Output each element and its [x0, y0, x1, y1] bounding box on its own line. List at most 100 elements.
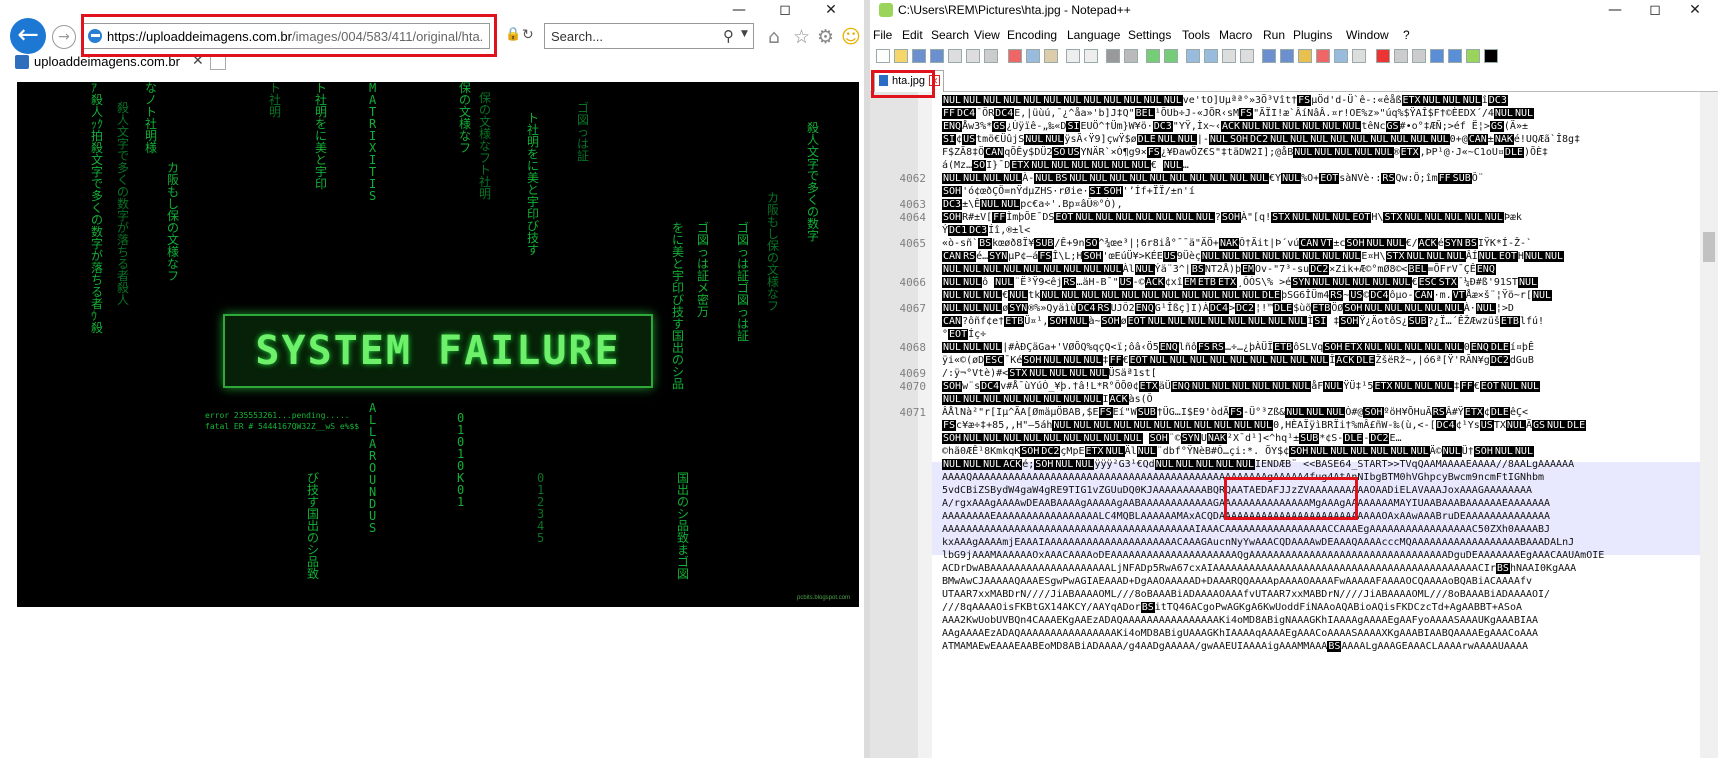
- control-char: DC2: [1369, 433, 1390, 444]
- control-char: DC2: [1489, 355, 1510, 366]
- menu-window[interactable]: Window: [1346, 28, 1389, 42]
- save-icon[interactable]: [912, 49, 926, 63]
- close-icon[interactable]: ✕: [1672, 0, 1718, 20]
- control-char: NUL: [1333, 147, 1354, 158]
- control-char: STX: [1271, 212, 1292, 223]
- menu-edit[interactable]: Edit: [902, 28, 923, 42]
- editor[interactable]: NUL NUL NUL NUL NUL NUL NUL NUL NUL NUL NUL NULve't…: [870, 92, 1718, 758]
- undo-icon[interactable]: [1066, 49, 1080, 63]
- control-char: ETB: [1273, 342, 1294, 353]
- redo-icon[interactable]: [1084, 49, 1098, 63]
- rain-column: 保の文様なフト社明: [479, 91, 492, 201]
- show-all-chars-icon[interactable]: [1240, 49, 1254, 63]
- control-char: NUL: [1441, 95, 1462, 106]
- scroll-thumb[interactable]: [1703, 232, 1715, 262]
- save-all-icon[interactable]: [930, 49, 944, 63]
- function-list-icon[interactable]: [1316, 49, 1330, 63]
- control-char: BS: [978, 238, 993, 249]
- sync-v-icon[interactable]: [1186, 49, 1200, 63]
- record-macro-icon[interactable]: [1376, 49, 1390, 63]
- menu-plugins[interactable]: Plugins: [1293, 28, 1332, 42]
- wrap-icon[interactable]: [1222, 49, 1236, 63]
- vertical-scrollbar[interactable]: [1700, 92, 1718, 758]
- control-char: NUL: [1546, 420, 1567, 431]
- open-file-icon[interactable]: [894, 49, 908, 63]
- smiley-icon[interactable]: ☺: [841, 26, 861, 48]
- control-char: SOH: [1363, 407, 1384, 418]
- search-icon[interactable]: ⚲: [723, 27, 734, 45]
- new-file-icon[interactable]: [876, 49, 890, 63]
- lock-icon[interactable]: 🔒: [505, 27, 521, 42]
- control-char: DC2: [1040, 446, 1061, 457]
- control-char: NUL: [1421, 95, 1442, 106]
- chevron-down-icon[interactable]: ▼: [741, 29, 748, 39]
- control-char: NUL: [1423, 342, 1444, 353]
- control-char: NUL: [1331, 212, 1352, 223]
- run-macro-multiple-icon[interactable]: [1430, 49, 1444, 63]
- control-char: NUL: [1475, 303, 1496, 314]
- copy-icon[interactable]: [1026, 49, 1040, 63]
- lang-icon[interactable]: [1280, 49, 1294, 63]
- control-char: EOT: [1054, 212, 1075, 223]
- refresh-icon[interactable]: ↻: [522, 27, 534, 43]
- code-line: F$ZÃ8‡ÖCANqÕÊy$DÜ2SO USYNÄR`×Ò¶g9×FS¿¥Ðaw…: [942, 147, 1549, 158]
- doc-map-icon[interactable]: [1298, 49, 1312, 63]
- back-button[interactable]: ←: [10, 18, 46, 54]
- control-char: NUL: [1493, 108, 1514, 119]
- control-char: NAK: [1493, 134, 1514, 145]
- menu-macro[interactable]: Macro: [1219, 28, 1252, 42]
- control-char: DLE: [1273, 303, 1294, 314]
- cut-icon[interactable]: [1008, 49, 1022, 63]
- zoom-out-icon[interactable]: [1164, 49, 1178, 63]
- menu-run[interactable]: Run: [1263, 28, 1285, 42]
- gear-icon[interactable]: ⚙: [817, 26, 834, 48]
- menu-help[interactable]: ?: [1403, 28, 1410, 42]
- control-char: NUL: [962, 433, 983, 444]
- code-line: AAA2KwUobUVBQn4CAAAEKgAAEzADAQAAAAAAAAAA…: [942, 615, 1539, 626]
- folder-workspace-icon[interactable]: [1334, 49, 1348, 63]
- indent-guide-icon[interactable]: [1262, 49, 1276, 63]
- control-char: NUL: [1341, 251, 1362, 262]
- menu-file[interactable]: File: [873, 28, 892, 42]
- special-icon[interactable]: [1484, 49, 1498, 63]
- forward-button[interactable]: →: [52, 25, 76, 49]
- control-char: NUL: [1287, 316, 1308, 327]
- control-char: NUL: [1042, 433, 1063, 444]
- menu-tools[interactable]: Tools: [1182, 28, 1210, 42]
- menu-language[interactable]: Language: [1067, 28, 1120, 42]
- star-icon[interactable]: ☆: [793, 26, 810, 48]
- menu-search[interactable]: Search: [931, 28, 969, 42]
- replace-icon[interactable]: [1124, 49, 1138, 63]
- home-icon[interactable]: ⌂: [768, 26, 780, 48]
- monitor-icon[interactable]: [1352, 49, 1366, 63]
- control-char: NUL: [1329, 134, 1350, 145]
- editor-text[interactable]: NUL NUL NUL NUL NUL NUL NUL NUL NUL NUL NUL NULve't…: [900, 92, 1700, 758]
- control-char: NUL: [1044, 134, 1065, 145]
- rain-column: 01010K01: [457, 411, 465, 509]
- control-char: SYN: [1180, 433, 1201, 444]
- plugin-icon[interactable]: [1466, 49, 1480, 63]
- control-char: NUL: [1176, 134, 1197, 145]
- control-char: NUL: [1168, 355, 1189, 366]
- menu-encoding[interactable]: Encoding: [1007, 28, 1057, 42]
- close-file-icon[interactable]: [948, 49, 962, 63]
- find-icon[interactable]: [1106, 49, 1120, 63]
- save-macro-icon[interactable]: [1448, 49, 1462, 63]
- stop-macro-icon[interactable]: [1394, 49, 1408, 63]
- search-input[interactable]: Search...: [551, 29, 603, 44]
- paste-icon[interactable]: [1044, 49, 1058, 63]
- menu-view[interactable]: View: [974, 28, 1000, 42]
- control-char: NUL: [1000, 199, 1021, 210]
- code-line: UTAAR7xxMABDrN////JiABAAAAOML///8oBAAABi…: [942, 589, 1551, 600]
- control-char: NUL: [1369, 134, 1390, 145]
- print-icon[interactable]: [984, 49, 998, 63]
- search-box[interactable]: Search... ⚲ ▼: [544, 23, 754, 49]
- play-macro-icon[interactable]: [1412, 49, 1426, 63]
- close-all-icon[interactable]: [966, 49, 980, 63]
- control-char: DLE: [1489, 342, 1510, 353]
- control-char: NUL: [1040, 290, 1061, 301]
- zoom-in-icon[interactable]: [1146, 49, 1160, 63]
- control-char: NUL: [1206, 316, 1227, 327]
- sync-h-icon[interactable]: [1204, 49, 1218, 63]
- menu-settings[interactable]: Settings: [1128, 28, 1171, 42]
